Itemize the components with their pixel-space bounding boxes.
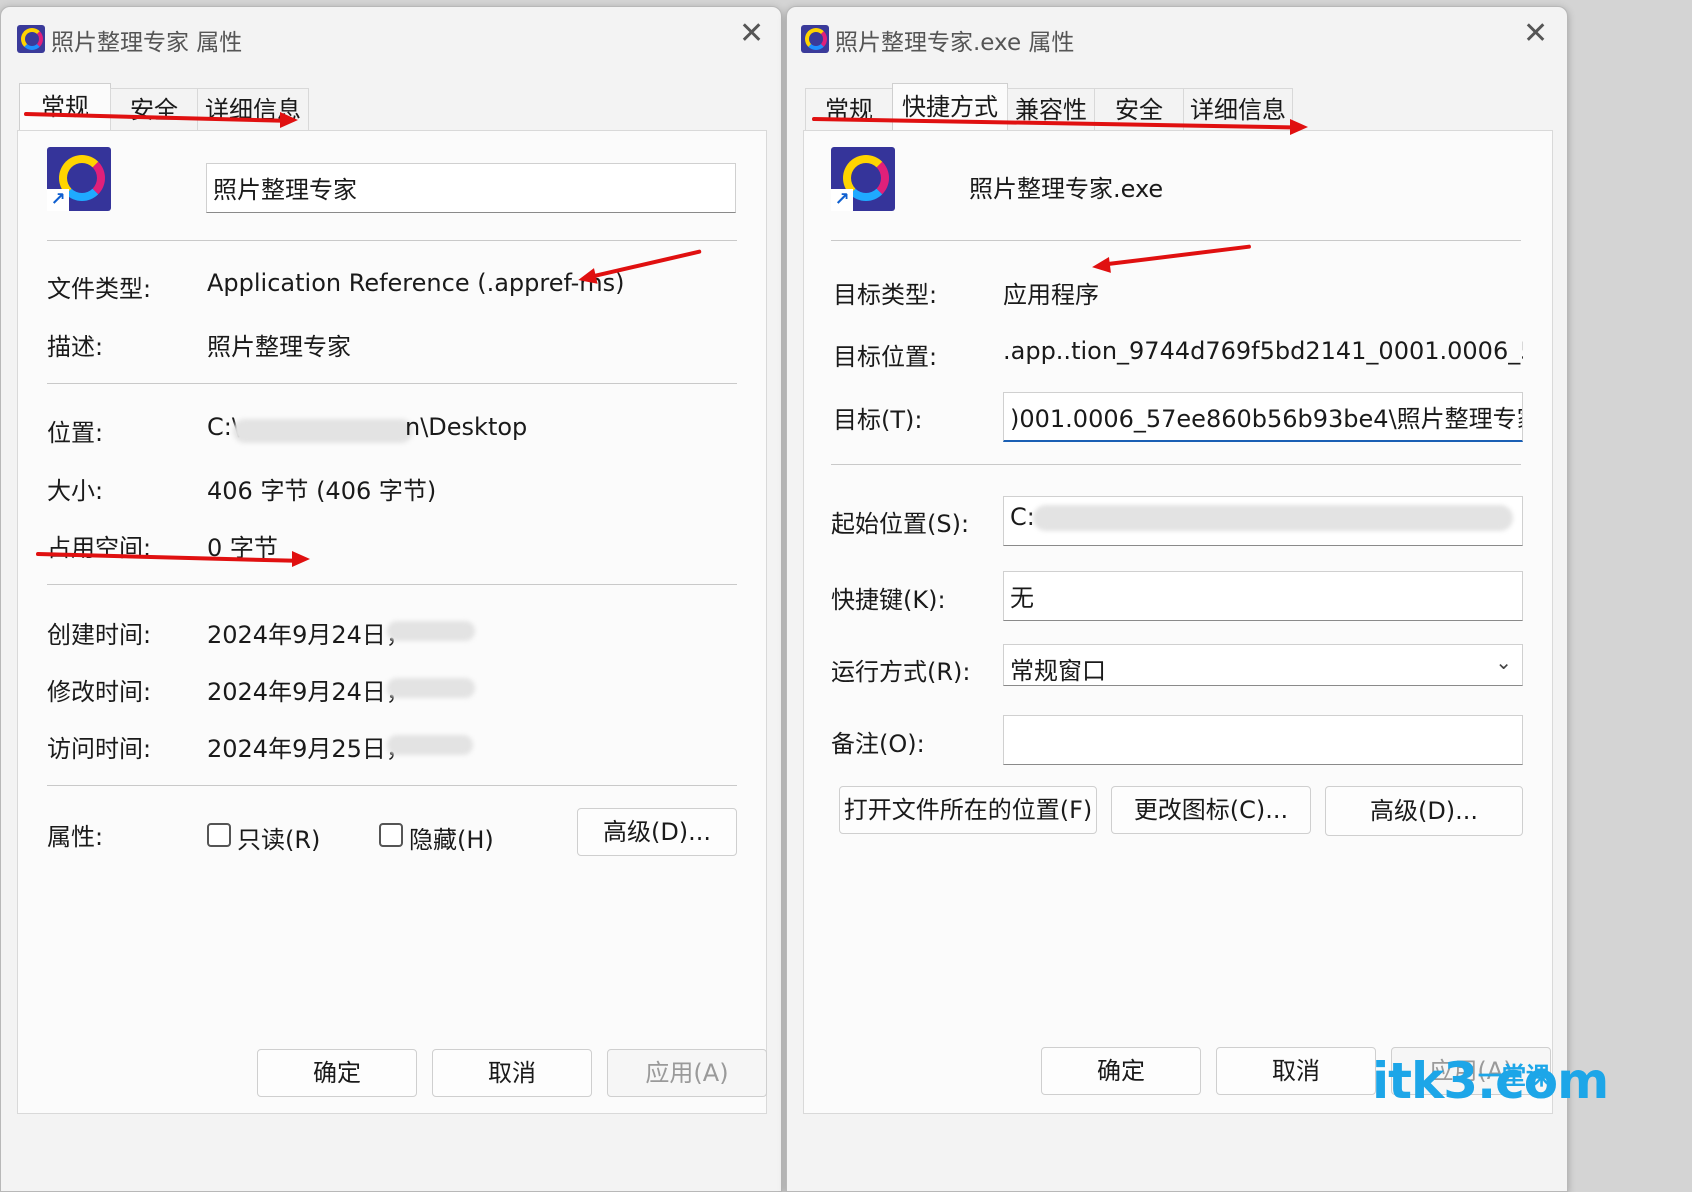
watermark-tag: 一堂课 xyxy=(1478,1062,1550,1090)
advanced-button[interactable]: 高级(D)... xyxy=(577,808,737,856)
location-value-end: n\Desktop xyxy=(405,413,528,441)
annotation-arrowhead xyxy=(1091,256,1111,276)
tab-shortcut[interactable]: 快捷方式 xyxy=(892,83,1008,132)
shortcut-arrow-icon: ↗ xyxy=(47,189,69,211)
created-value: 2024年9月24日， xyxy=(207,621,410,649)
accessed-label: 访问时间: xyxy=(47,735,152,763)
separator xyxy=(47,383,737,384)
left-properties-dialog: 照片整理专家 属性 ✕ 常规 安全 详细信息 ↗ 照片整理专家 文件类型: Ap… xyxy=(0,6,782,1192)
separator xyxy=(47,240,737,241)
run-select[interactable]: 常规窗口 ⌄ xyxy=(1003,644,1523,686)
separator xyxy=(831,464,1521,465)
shortcut-name: 照片整理专家.exe xyxy=(969,175,1164,203)
annotation-arrowhead xyxy=(292,551,310,567)
size-label: 大小: xyxy=(47,477,104,505)
redaction-smudge xyxy=(387,735,473,755)
redaction-smudge xyxy=(1033,505,1513,531)
app-icon xyxy=(801,25,829,53)
comment-label: 备注(O): xyxy=(831,730,925,758)
cancel-button[interactable]: 取消 xyxy=(1216,1047,1376,1095)
change-icon-button[interactable]: 更改图标(C)... xyxy=(1111,786,1311,834)
separator xyxy=(831,240,1521,241)
file-type-value: Application Reference (.appref-ms) xyxy=(207,269,625,297)
run-select-value: 常规窗口 xyxy=(1010,657,1106,685)
attributes-label: 属性: xyxy=(47,823,104,851)
shortcut-arrow-icon: ↗ xyxy=(831,189,853,211)
readonly-label[interactable]: 只读(R) xyxy=(237,820,320,855)
file-type-label: 文件类型: xyxy=(47,275,152,303)
shortcut-app-icon: ↗ xyxy=(47,147,111,211)
modified-label: 修改时间: xyxy=(47,678,152,706)
separator xyxy=(47,584,737,585)
separator xyxy=(47,785,737,786)
open-file-location-button[interactable]: 打开文件所在的位置(F) xyxy=(839,786,1097,834)
comment-field[interactable] xyxy=(1003,715,1523,765)
window-title: 照片整理专家 属性 xyxy=(51,30,243,56)
ok-button[interactable]: 确定 xyxy=(257,1049,417,1097)
description-label: 描述: xyxy=(47,333,104,361)
run-label: 运行方式(R): xyxy=(831,658,971,686)
start-in-label: 起始位置(S): xyxy=(831,510,970,538)
close-icon[interactable]: ✕ xyxy=(1523,19,1548,49)
redaction-smudge xyxy=(233,419,413,443)
readonly-checkbox[interactable] xyxy=(207,823,231,847)
hidden-checkbox[interactable] xyxy=(379,823,403,847)
watermark-site: itk3 xyxy=(1372,1052,1478,1110)
advanced-button[interactable]: 高级(D)... xyxy=(1325,786,1523,836)
chevron-down-icon: ⌄ xyxy=(1495,650,1512,674)
tab-general[interactable]: 常规 xyxy=(19,83,111,132)
redaction-smudge xyxy=(387,678,475,698)
hotkey-label: 快捷键(K): xyxy=(831,586,946,614)
modified-value: 2024年9月24日， xyxy=(207,678,410,706)
annotation-arrowhead xyxy=(1290,119,1308,135)
target-field[interactable]: )001.0006_57ee860b56b93be4\照片整理专家.exe xyxy=(1003,392,1523,442)
size-value: 406 字节 (406 字节) xyxy=(207,477,437,505)
cancel-button[interactable]: 取消 xyxy=(432,1049,592,1097)
annotation-arrowhead xyxy=(280,112,298,128)
target-location-label: 目标位置: xyxy=(833,343,938,371)
name-field[interactable]: 照片整理专家 xyxy=(206,163,736,213)
close-icon[interactable]: ✕ xyxy=(739,19,764,49)
created-label: 创建时间: xyxy=(47,621,152,649)
target-label: 目标(T): xyxy=(833,406,923,434)
apply-button[interactable]: 应用(A) xyxy=(607,1049,767,1097)
tab-security[interactable]: 安全 xyxy=(110,88,198,131)
hotkey-field[interactable]: 无 xyxy=(1003,571,1523,621)
ok-button[interactable]: 确定 xyxy=(1041,1047,1201,1095)
description-value: 照片整理专家 xyxy=(207,333,351,361)
target-type-value: 应用程序 xyxy=(1003,281,1099,309)
accessed-value: 2024年9月25日， xyxy=(207,735,410,763)
redaction-smudge xyxy=(387,621,475,641)
app-icon xyxy=(17,25,45,53)
shortcut-app-icon: ↗ xyxy=(831,147,895,211)
location-label: 位置: xyxy=(47,419,104,447)
target-type-label: 目标类型: xyxy=(833,281,938,309)
target-location-value: .app..tion_9744d769f5bd2141_0001.0006_57… xyxy=(1003,337,1523,365)
tab-general[interactable]: 常规 xyxy=(805,88,893,131)
right-properties-dialog: 照片整理专家.exe 属性 ✕ 常规 快捷方式 兼容性 安全 详细信息 ↗ 照片… xyxy=(786,6,1568,1192)
window-title: 照片整理专家.exe 属性 xyxy=(835,30,1075,56)
hidden-label[interactable]: 隐藏(H) xyxy=(409,820,494,855)
